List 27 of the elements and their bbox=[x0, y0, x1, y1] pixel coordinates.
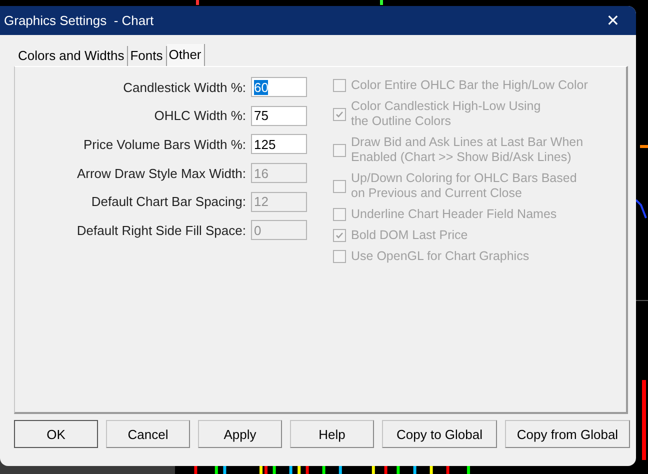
tab[interactable]: Other bbox=[166, 44, 206, 66]
field-label: Default Chart Bar Spacing: bbox=[91, 194, 246, 210]
checkbox-label: Underline Chart Header Field Names bbox=[351, 207, 557, 222]
field-label: OHLC Width %: bbox=[154, 108, 246, 124]
field-label: Arrow Draw Style Max Width: bbox=[76, 166, 246, 181]
check-icon bbox=[335, 231, 344, 240]
field-label: Candlestick Width %: bbox=[123, 80, 246, 95]
dialog-button[interactable]: Cancel bbox=[106, 420, 190, 448]
field-label: Default Right Side Fill Space: bbox=[76, 222, 246, 238]
dialog-button[interactable]: Copy to Global bbox=[382, 420, 497, 448]
checkbox-label: Color Candlestick High-Low Using the Outline Colors bbox=[351, 99, 541, 129]
field-label: Price Volume Bars Width %: bbox=[83, 136, 246, 152]
input-field[interactable]: 75 bbox=[251, 106, 307, 126]
checkbox-label: Draw Bid and Ask Lines at Last Bar When Enabled (Chart >> Show Bid/Ask Lines) bbox=[351, 135, 584, 165]
input-field[interactable]: 125 bbox=[251, 134, 307, 154]
window-title: Graphics Settings - Chart bbox=[4, 13, 154, 28]
dialog-button[interactable]: Copy from Global bbox=[505, 420, 630, 448]
checkbox-label: Up/Down Coloring for OHLC Bars Based on Previous and Current Close bbox=[351, 171, 577, 201]
dialog-button[interactable]: OK bbox=[14, 420, 98, 448]
input-field[interactable]: 60 bbox=[251, 77, 307, 98]
checkbox-label: Color Entire OHLC Bar the High/Low Color bbox=[351, 78, 588, 93]
close-button[interactable]: ✕ bbox=[590, 6, 636, 35]
check-icon bbox=[335, 110, 344, 118]
checkbox-label: Use OpenGL for Chart Graphics bbox=[351, 249, 530, 264]
dialog-button[interactable]: Apply bbox=[198, 420, 282, 448]
dialog-button[interactable]: Help bbox=[290, 420, 374, 448]
checkbox-label: Bold DOM Last Price bbox=[351, 228, 468, 243]
